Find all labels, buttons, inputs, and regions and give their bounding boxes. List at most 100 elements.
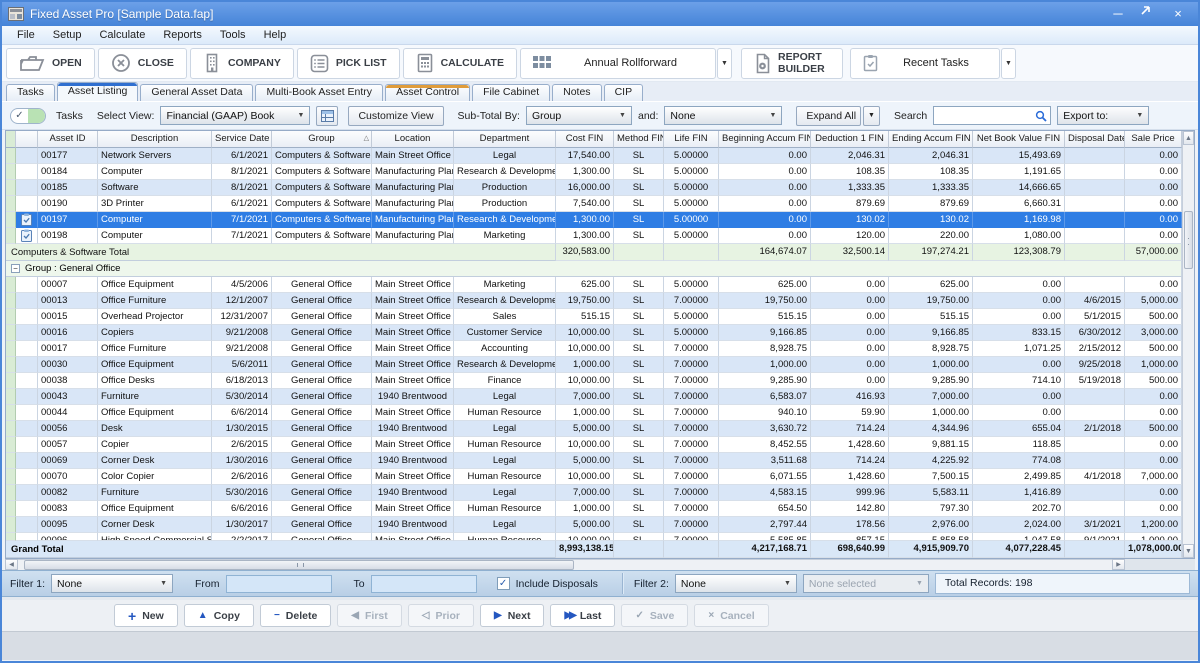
last-button[interactable]: ▶▶Last xyxy=(550,604,615,627)
table-row[interactable]: 00197Computer7/1/2021Computers & Softwar… xyxy=(6,212,1182,228)
horizontal-scrollbar[interactable]: ◀ ▶ xyxy=(5,559,1195,570)
tab-file-cabinet[interactable]: File Cabinet xyxy=(472,84,550,101)
expand-all-button[interactable]: Expand All xyxy=(796,106,861,126)
select-view-dropdown[interactable]: Financial (GAAP) Book▼ xyxy=(160,106,310,125)
column-header-life-fin[interactable]: Life FIN xyxy=(664,131,719,148)
maximize-button[interactable] xyxy=(1140,5,1156,23)
scroll-right-icon[interactable]: ▶ xyxy=(1112,559,1125,570)
menu-item-reports[interactable]: Reports xyxy=(154,26,211,45)
new-button[interactable]: +New xyxy=(114,604,178,627)
table-row[interactable]: 00070Color Copier2/6/2016General OfficeM… xyxy=(6,469,1182,485)
and-dropdown[interactable]: None▼ xyxy=(664,106,782,125)
table-row[interactable]: 00185Software8/1/2021Computers & Softwar… xyxy=(6,180,1182,196)
grid-cell-cost-fin: 1,000.00 xyxy=(556,357,614,373)
horizontal-scroll-thumb[interactable] xyxy=(24,560,574,570)
filter1-dropdown[interactable]: None▼ xyxy=(51,574,173,593)
table-row[interactable]: 00056Desk1/30/2015General Office1940 Bre… xyxy=(6,421,1182,437)
open-button[interactable]: OPEN xyxy=(6,48,95,79)
table-row[interactable]: 00043Furniture5/30/2014General Office194… xyxy=(6,389,1182,405)
menu-item-help[interactable]: Help xyxy=(255,26,296,45)
column-header-asset-id[interactable]: Asset ID xyxy=(38,131,98,148)
table-row[interactable]: 00017Office Furniture9/21/2008General Of… xyxy=(6,341,1182,357)
tab-multi-book-asset-entry[interactable]: Multi-Book Asset Entry xyxy=(255,84,383,101)
tab-cip[interactable]: CIP xyxy=(604,84,644,101)
column-header-service-date[interactable]: Service Date xyxy=(212,131,272,148)
subtotal-by-dropdown[interactable]: Group▼ xyxy=(526,106,632,125)
column-header-cost-fin[interactable]: Cost FIN xyxy=(556,131,614,148)
table-row[interactable]: 00082Furniture5/30/2016General Office194… xyxy=(6,485,1182,501)
rollforward-dropdown-arrow[interactable]: ▼ xyxy=(717,48,732,79)
table-row[interactable]: 00057Copier2/6/2015General OfficeMain St… xyxy=(6,437,1182,453)
tab-tasks[interactable]: Tasks xyxy=(6,84,55,101)
scroll-left-icon[interactable]: ◀ xyxy=(5,559,18,570)
recent-tasks-dropdown-arrow[interactable]: ▼ xyxy=(1001,48,1016,79)
from-input[interactable] xyxy=(227,576,331,592)
filter2-dropdown[interactable]: None▼ xyxy=(675,574,797,593)
tab-asset-listing[interactable]: Asset Listing xyxy=(57,82,139,101)
tab-asset-control[interactable]: Asset Control xyxy=(385,84,470,101)
table-row[interactable]: 00198Computer7/1/2021Computers & Softwar… xyxy=(6,228,1182,244)
column-header-description[interactable]: Description xyxy=(98,131,212,148)
collapse-icon[interactable]: − xyxy=(11,264,20,273)
table-row[interactable]: 00013Office Furniture12/1/2007General Of… xyxy=(6,293,1182,309)
close-button[interactable]: × xyxy=(1170,5,1186,23)
menu-item-file[interactable]: File xyxy=(8,26,44,45)
close-file-button[interactable]: CLOSE xyxy=(98,48,187,79)
table-row[interactable]: 00044Office Equipment6/6/2014General Off… xyxy=(6,405,1182,421)
recent-tasks-button[interactable]: Recent Tasks xyxy=(850,48,1000,79)
to-input[interactable] xyxy=(372,576,476,592)
expand-all-dropdown-arrow[interactable]: ▼ xyxy=(863,106,880,126)
column-header-group[interactable]: Group△ xyxy=(272,131,372,148)
next-button[interactable]: ▶Next xyxy=(480,604,544,627)
table-row[interactable]: 00007Office Equipment4/5/2006General Off… xyxy=(6,277,1182,293)
table-row[interactable]: 00095Corner Desk1/30/2017General Office1… xyxy=(6,517,1182,533)
column-header-beginning-accum-fin[interactable]: Beginning Accum FIN xyxy=(719,131,811,148)
group-header-row[interactable]: −Group : General Office xyxy=(6,261,1182,277)
tasks-toggle[interactable]: ✓ xyxy=(10,108,46,124)
tab-general-asset-data[interactable]: General Asset Data xyxy=(140,84,253,101)
column-header-disposal-date[interactable]: Disposal Date xyxy=(1065,131,1125,148)
column-header-sale-price[interactable]: Sale Price xyxy=(1125,131,1182,148)
table-row[interactable]: 00038Office Desks6/18/2013General Office… xyxy=(6,373,1182,389)
menu-item-setup[interactable]: Setup xyxy=(44,26,91,45)
minimize-button[interactable]: ─ xyxy=(1110,5,1126,23)
copy-button[interactable]: ▲Copy xyxy=(184,604,254,627)
column-header-deduction-1-fin[interactable]: Deduction 1 FIN xyxy=(811,131,889,148)
table-row[interactable]: 00096High Speed Commercial St2/2/2017Gen… xyxy=(6,533,1182,541)
table-row[interactable]: 00184Computer8/1/2021Computers & Softwar… xyxy=(6,164,1182,180)
column-header-method-fin[interactable]: Method FIN xyxy=(614,131,664,148)
column-header-location[interactable]: Location xyxy=(372,131,454,148)
vertical-scrollbar[interactable]: ▲ ▼ xyxy=(1182,131,1194,558)
column-header-department[interactable]: Department xyxy=(454,131,556,148)
delete-button[interactable]: −Delete xyxy=(260,604,331,627)
menu-item-tools[interactable]: Tools xyxy=(211,26,255,45)
table-row[interactable]: 001903D Printer6/1/2021Computers & Softw… xyxy=(6,196,1182,212)
table-row[interactable]: 00177Network Servers6/1/2021Computers & … xyxy=(6,148,1182,164)
menu-item-calculate[interactable]: Calculate xyxy=(90,26,154,45)
grid-cell-life-fin: 5.00000 xyxy=(664,325,719,341)
column-header-net-book-value-fin[interactable]: Net Book Value FIN xyxy=(973,131,1065,148)
grid-cell-disposal-date xyxy=(1065,389,1125,405)
calculate-button[interactable]: CALCULATE xyxy=(403,48,517,79)
company-button[interactable]: COMPANY xyxy=(190,48,294,79)
scroll-down-icon[interactable]: ▼ xyxy=(1183,544,1194,558)
search-icon[interactable] xyxy=(1035,110,1050,122)
customize-view-button[interactable]: Customize View xyxy=(348,106,443,126)
pick-list-button[interactable]: PICK LIST xyxy=(297,48,400,79)
annual-rollforward-button[interactable]: Annual Rollforward xyxy=(520,48,716,79)
table-row[interactable]: 00069Corner Desk1/30/2016General Office1… xyxy=(6,453,1182,469)
vertical-scroll-thumb[interactable] xyxy=(1184,211,1193,269)
grid-cell-net-book-value-fin: 774.08 xyxy=(973,453,1065,469)
table-row[interactable]: 00083Office Equipment6/6/2016General Off… xyxy=(6,501,1182,517)
include-disposals-checkbox[interactable]: ✓ xyxy=(497,577,510,590)
scroll-up-icon[interactable]: ▲ xyxy=(1183,131,1194,145)
column-header-ending-accum-fin[interactable]: Ending Accum FIN xyxy=(889,131,973,148)
search-input[interactable] xyxy=(934,110,1035,122)
report-builder-button[interactable]: REPORT BUILDER xyxy=(741,48,843,79)
export-to-dropdown[interactable]: Export to:▼ xyxy=(1057,106,1149,125)
table-row[interactable]: 00016Copiers9/21/2008General OfficeMain … xyxy=(6,325,1182,341)
table-row[interactable]: 00015Overhead Projector12/31/2007General… xyxy=(6,309,1182,325)
table-row[interactable]: 00030Office Equipment5/6/2011General Off… xyxy=(6,357,1182,373)
view-detail-button[interactable] xyxy=(316,106,338,126)
tab-notes[interactable]: Notes xyxy=(552,84,601,101)
